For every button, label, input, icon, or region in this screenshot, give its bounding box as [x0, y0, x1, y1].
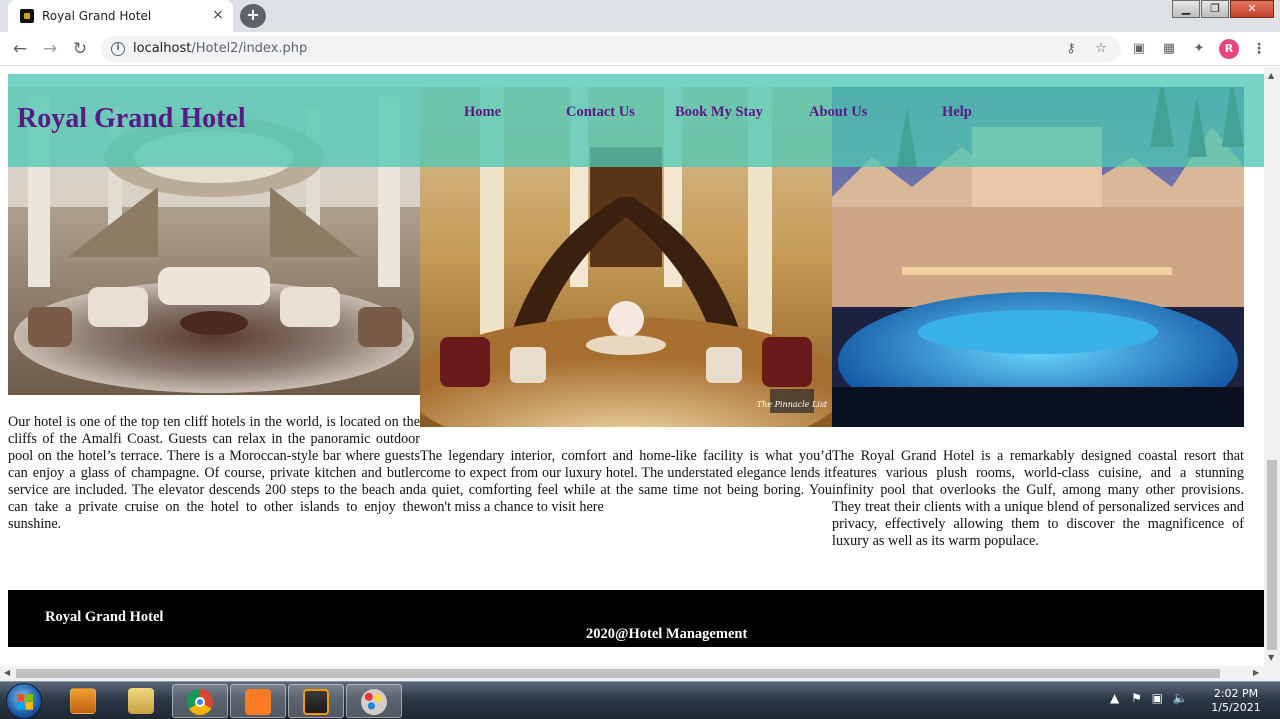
reload-icon[interactable]: ↻: [69, 38, 91, 60]
tab-title: Royal Grand Hotel: [42, 9, 152, 23]
browser-tab-strip: Royal Grand Hotel × + ▁ ❐ ✕: [0, 0, 1280, 32]
site-favicon-icon: [20, 9, 34, 23]
page-viewport: The Pinnacle List Royal Grand Hotel Home…: [0, 67, 1264, 666]
key-icon[interactable]: ⚷: [1063, 41, 1079, 57]
nav-about-us[interactable]: About Us: [809, 104, 867, 121]
vertical-scroll-thumb[interactable]: [1267, 460, 1277, 650]
footer-copyright: 2020@Hotel Management: [586, 626, 748, 642]
nav-help[interactable]: Help: [942, 104, 972, 121]
start-button[interactable]: [6, 683, 42, 719]
folder-icon: [128, 688, 154, 714]
nav-book-my-stay[interactable]: Book My Stay: [675, 104, 763, 121]
network-icon[interactable]: ▣: [1152, 691, 1163, 705]
back-arrow-icon[interactable]: ←: [9, 38, 31, 60]
minimize-button[interactable]: ▁: [1172, 0, 1200, 18]
browser-tab-active[interactable]: Royal Grand Hotel ×: [8, 0, 233, 32]
show-hidden-icons-icon[interactable]: ▲: [1110, 691, 1119, 705]
volume-icon[interactable]: 🔈: [1173, 691, 1188, 705]
scroll-right-arrow-icon[interactable]: ▶: [1253, 668, 1259, 677]
url-text[interactable]: localhost/Hotel2/index.php: [133, 41, 307, 56]
horizontal-scrollbar[interactable]: ◀ ▶: [0, 666, 1280, 681]
footer-title: Royal Grand Hotel: [45, 609, 164, 625]
vertical-scrollbar[interactable]: ▲ ▼: [1264, 67, 1280, 666]
extension-camera-icon[interactable]: ▣: [1130, 41, 1148, 57]
site-title: Royal Grand Hotel: [17, 103, 246, 134]
xampp-icon: [245, 689, 271, 715]
profile-avatar[interactable]: R: [1219, 39, 1239, 59]
forward-arrow-icon[interactable]: →: [39, 38, 61, 60]
address-bar[interactable]: i localhost/Hotel2/index.php ⚷ ☆: [101, 36, 1121, 62]
new-tab-button[interactable]: +: [240, 4, 266, 28]
maximize-button[interactable]: ❐: [1201, 0, 1229, 18]
clock-time: 2:02 PM: [1213, 687, 1259, 700]
taskbar-xampp[interactable]: [230, 684, 286, 718]
scroll-down-arrow-icon[interactable]: ▼: [1268, 653, 1274, 662]
taskbar-file-explorer[interactable]: [114, 684, 170, 718]
taskbar-media-player[interactable]: [56, 684, 112, 718]
clock-date: 1/5/2021: [1211, 701, 1261, 714]
bookmark-star-icon[interactable]: ☆: [1093, 41, 1109, 57]
description-lounge: Our hotel is one of the top ten cliff ho…: [8, 414, 420, 532]
windows-taskbar: ▲ ⚑ ▣ 🔈 2:02 PM 1/5/2021: [0, 681, 1280, 719]
media-player-icon: [70, 688, 96, 714]
taskbar-paint[interactable]: [346, 684, 402, 718]
site-footer: Royal Grand Hotel 2020@Hotel Management: [8, 590, 1264, 647]
extensions-puzzle-icon[interactable]: ✦: [1190, 41, 1208, 57]
nav-contact-us[interactable]: Contact Us: [566, 104, 635, 121]
action-center-flag-icon[interactable]: ⚑: [1131, 691, 1142, 705]
paint-palette-icon: [361, 689, 387, 715]
chrome-menu-icon[interactable]: ⋮: [1252, 39, 1266, 59]
horizontal-scroll-thumb[interactable]: [16, 669, 1220, 678]
site-info-icon[interactable]: i: [111, 42, 125, 56]
taskbar-sublime-text[interactable]: [288, 684, 344, 718]
close-window-button[interactable]: ✕: [1230, 0, 1274, 18]
photo-watermark: The Pinnacle List: [757, 400, 828, 409]
nav-home[interactable]: Home: [464, 104, 501, 121]
scroll-up-arrow-icon[interactable]: ▲: [1268, 71, 1274, 80]
taskbar-clock[interactable]: 2:02 PM 1/5/2021: [1206, 687, 1266, 715]
description-interior: The legendary interior, comfort and home…: [420, 448, 832, 515]
chrome-icon-center: [195, 697, 205, 707]
taskbar-chrome[interactable]: [172, 684, 228, 718]
system-tray: ▲ ⚑ ▣ 🔈: [1110, 691, 1188, 705]
description-resort: The Royal Grand Hotel is a remarkably de…: [832, 448, 1244, 549]
scroll-left-arrow-icon[interactable]: ◀: [4, 668, 10, 677]
extension-selenium-icon[interactable]: ▦: [1160, 41, 1178, 57]
window-controls: ▁ ❐ ✕: [1171, 0, 1274, 18]
tab-close-icon[interactable]: ×: [209, 6, 227, 24]
browser-toolbar: ← → ↻ i localhost/Hotel2/index.php ⚷ ☆ ▣…: [0, 32, 1280, 66]
sublime-text-icon: [303, 689, 329, 715]
